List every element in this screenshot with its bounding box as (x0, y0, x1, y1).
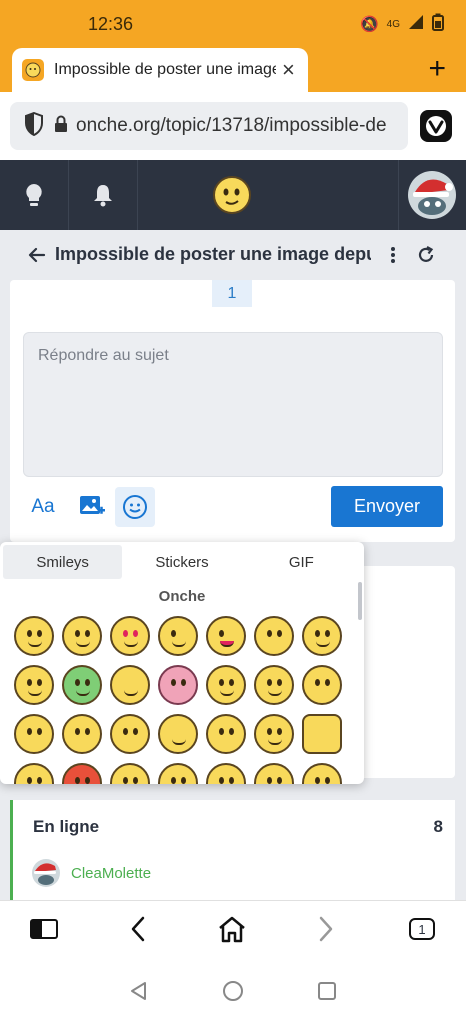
smiley-laugh-tears-icon[interactable] (14, 665, 54, 705)
back-icon[interactable] (118, 911, 158, 947)
smiley-angry-icon[interactable] (62, 763, 102, 784)
header-divider (398, 160, 399, 230)
smiley-relieved-icon[interactable] (158, 714, 198, 754)
online-count: 8 (433, 817, 443, 836)
tab-switcher-button[interactable]: 1 (402, 911, 442, 947)
browser-toolbar: 1 (0, 900, 466, 956)
smiley-surprised-icon[interactable] (302, 665, 342, 705)
smiley-sad-tear-icon[interactable] (110, 714, 150, 754)
reply-card: 1 Répondre au sujet Aa Envoyer (10, 280, 455, 542)
send-button[interactable]: Envoyer (331, 486, 443, 527)
online-users-card: En ligne 8 CleaMolette (10, 800, 455, 900)
smiley-wink-icon[interactable] (158, 616, 198, 656)
page-number[interactable]: 1 (212, 280, 252, 307)
smiley-thumbs-up-face-icon[interactable] (254, 714, 294, 754)
vivaldi-menu-icon[interactable] (420, 110, 452, 142)
reply-textarea[interactable]: Répondre au sujet (23, 332, 443, 477)
topic-title: Impossible de poster une image depui (55, 244, 371, 264)
avatar (32, 859, 60, 887)
panel-toggle-icon[interactable] (24, 911, 64, 947)
smiley-hair-bun-icon[interactable] (158, 763, 198, 784)
battery-icon (432, 13, 444, 35)
forward-icon[interactable] (306, 911, 346, 947)
address-bar-row: onche.org/topic/13718/impossible-de (0, 92, 466, 160)
bell-icon[interactable] (69, 160, 137, 230)
smiley-tongue-wink-icon[interactable] (206, 616, 246, 656)
smiley-frown-icon[interactable] (206, 714, 246, 754)
topic-title-row: Impossible de poster une image depui (0, 236, 466, 276)
emoji-grid (14, 616, 354, 784)
image-upload-icon[interactable] (72, 487, 112, 527)
network-label: 4G (386, 18, 400, 30)
nav-recents-icon[interactable] (312, 976, 342, 1006)
tab-smileys[interactable]: Smileys (3, 545, 123, 579)
lightbulb-icon[interactable] (0, 160, 68, 230)
smiley-cheer-icon[interactable] (254, 763, 294, 784)
smiley-blush-icon[interactable] (254, 665, 294, 705)
tab-close-icon[interactable]: × (282, 57, 295, 83)
tab-strip: Impossible de poster une image d × (0, 48, 466, 92)
smiley-smirk-icon[interactable] (302, 616, 342, 656)
onche-favicon-icon (22, 59, 44, 81)
emoji-picker-tabs: Smileys Stickers GIF (3, 545, 361, 579)
tab-count: 1 (409, 918, 435, 940)
smiley-wide-eyes-icon[interactable] (302, 763, 342, 784)
text-format-button[interactable]: Aa (23, 487, 63, 527)
url-text: onche.org/topic/13718/impossible-de (76, 115, 386, 136)
site-header (0, 160, 466, 230)
status-time: 12:36 (88, 14, 134, 34)
online-title: En ligne (33, 817, 100, 836)
smiley-pink-blob-icon[interactable] (158, 665, 198, 705)
signal-icon (408, 14, 424, 34)
browser-tab[interactable]: Impossible de poster une image d × (12, 48, 308, 92)
emoji-picker-icon[interactable] (115, 487, 155, 527)
lock-icon (54, 115, 68, 138)
nav-back-icon[interactable] (124, 976, 154, 1006)
mute-icon: 🔕 (359, 16, 379, 33)
status-icons: 🔕 4G (360, 13, 444, 35)
smiley-annoyed-icon[interactable] (110, 763, 150, 784)
thumbs-up-icon[interactable] (302, 714, 342, 754)
smiley-kiss-icon[interactable] (254, 616, 294, 656)
smiley-sick-icon[interactable] (62, 665, 102, 705)
smiley-thinking-icon[interactable] (14, 714, 54, 754)
user-avatar[interactable] (404, 160, 460, 230)
more-vertical-icon[interactable] (386, 246, 400, 269)
shield-icon[interactable] (24, 111, 44, 141)
online-username: CleaMolette (71, 864, 152, 882)
smiley-angel-icon[interactable] (206, 665, 246, 705)
smiley-santa-icon[interactable] (14, 763, 54, 784)
smiley-neutral-icon[interactable] (206, 763, 246, 784)
status-bar: 12:36 🔕 4G (0, 0, 466, 48)
system-navigation-bar (0, 956, 466, 1024)
online-user-item[interactable]: CleaMolette (31, 858, 151, 888)
refresh-icon[interactable] (416, 245, 436, 270)
tab-title: Impossible de poster une image d (54, 61, 276, 78)
address-bar[interactable]: onche.org/topic/13718/impossible-de (10, 102, 408, 150)
tab-gif[interactable]: GIF (242, 545, 361, 579)
nav-home-icon[interactable] (218, 976, 248, 1006)
smiley-heart-eyes-icon[interactable] (110, 616, 150, 656)
site-logo-icon[interactable] (206, 160, 258, 230)
new-tab-button[interactable]: + (428, 54, 446, 84)
smiley-happy-icon[interactable] (14, 616, 54, 656)
home-icon[interactable] (212, 911, 252, 947)
header-divider (137, 160, 138, 230)
smiley-worried-icon[interactable] (62, 714, 102, 754)
emoji-picker-popup: Smileys Stickers GIF Onche (0, 542, 364, 784)
smiley-sleeping-icon[interactable] (110, 665, 150, 705)
tab-stickers[interactable]: Stickers (122, 545, 241, 579)
emoji-scrollbar[interactable] (358, 582, 362, 620)
back-arrow-icon[interactable] (28, 246, 46, 269)
smiley-content-icon[interactable] (62, 616, 102, 656)
emoji-section-title: Onche (158, 588, 206, 605)
